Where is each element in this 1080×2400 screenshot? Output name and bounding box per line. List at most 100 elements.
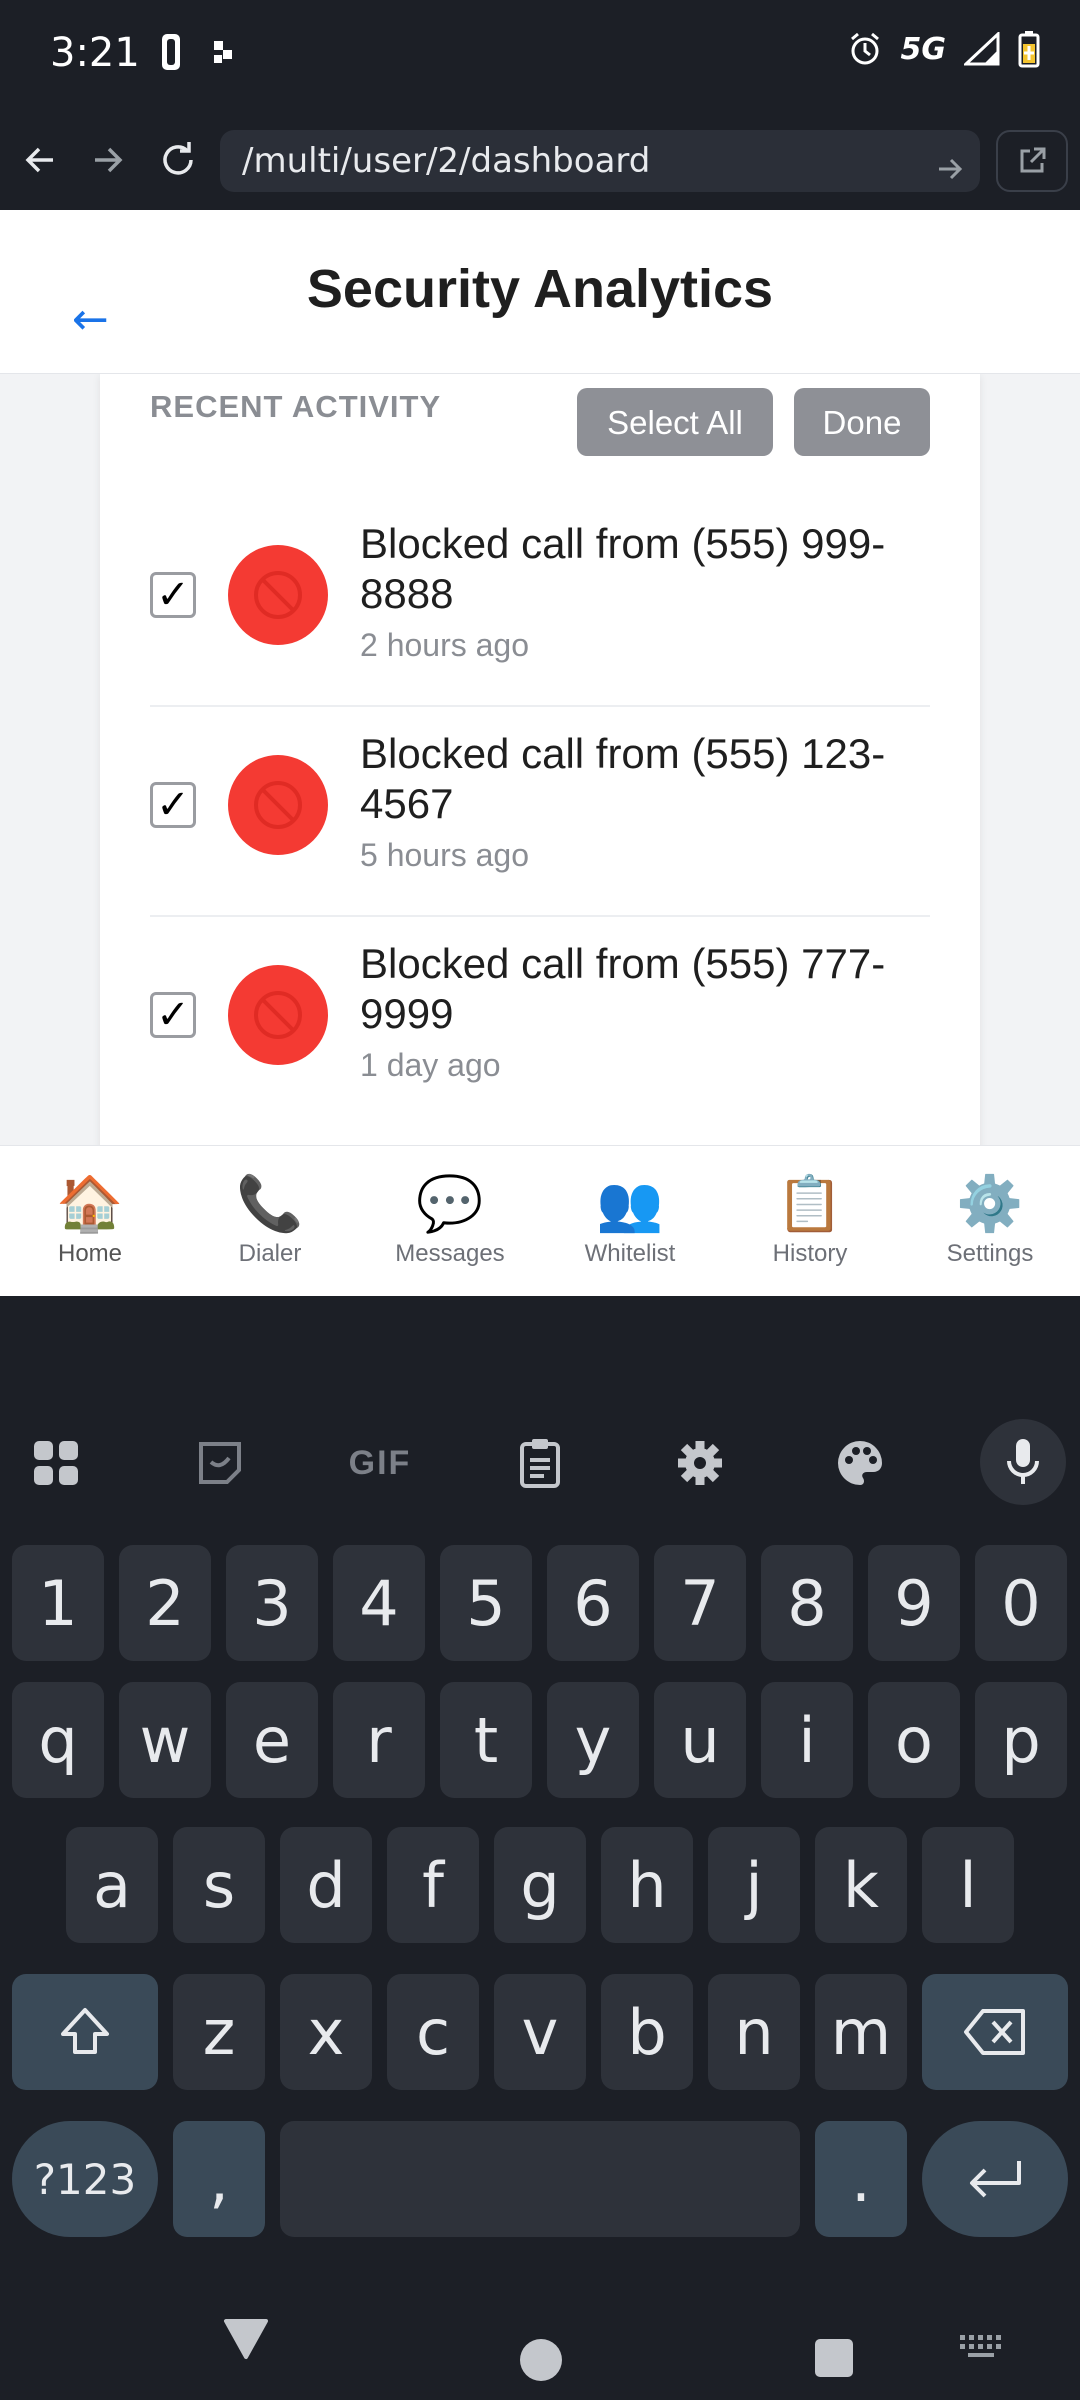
- web-page: ← Security Analytics RECENT ACTIVITY Sel…: [0, 210, 1080, 1295]
- key-2[interactable]: 2: [119, 1545, 211, 1661]
- key-i[interactable]: i: [761, 1682, 853, 1798]
- keyboard-toolbar: GIF: [0, 1395, 1080, 1525]
- clipboard-icon[interactable]: [510, 1433, 570, 1493]
- open-external-icon: [1020, 147, 1046, 173]
- activity-item[interactable]: ✓ Blocked call from (555) 777-9999 1 day…: [150, 917, 930, 1127]
- nav-item-history[interactable]: 📋 History: [720, 1174, 900, 1268]
- signal-icon: [964, 32, 1000, 66]
- phone-icon: 📞: [236, 1174, 304, 1234]
- space-bar[interactable]: [280, 2121, 800, 2237]
- key-f[interactable]: f: [387, 1827, 479, 1943]
- url-field[interactable]: /multi/user/2/dashboard: [220, 130, 980, 192]
- browser-forward-button[interactable]: [80, 132, 136, 188]
- item-checkbox[interactable]: ✓: [150, 572, 196, 618]
- key-o[interactable]: o: [868, 1682, 960, 1798]
- key-7[interactable]: 7: [654, 1545, 746, 1661]
- key-4[interactable]: 4: [333, 1545, 425, 1661]
- arrow-right-icon: [95, 147, 123, 173]
- soft-keyboard: GIF 1 2 3 4 5 6 7 8 9 0 q w e r t y u i …: [0, 1295, 1080, 2295]
- nav-item-messages[interactable]: 💬 Messages: [360, 1174, 540, 1268]
- key-l[interactable]: l: [922, 1827, 1014, 1943]
- key-t[interactable]: t: [440, 1682, 532, 1798]
- nav-back-triangle-icon[interactable]: [222, 2317, 270, 2366]
- item-title: Blocked call from (555) 123-4567: [360, 730, 886, 827]
- key-d[interactable]: d: [280, 1827, 372, 1943]
- arrow-left-icon: [25, 147, 53, 173]
- browser-reload-button[interactable]: [150, 132, 206, 188]
- reload-icon: [163, 142, 193, 175]
- key-g[interactable]: g: [494, 1827, 586, 1943]
- blocked-icon: [228, 965, 328, 1065]
- nav-item-home[interactable]: 🏠 Home: [0, 1174, 180, 1268]
- keyboard-switch-icon[interactable]: [960, 2335, 1002, 2364]
- key-5[interactable]: 5: [440, 1545, 532, 1661]
- section-label: RECENT ACTIVITY: [150, 389, 442, 424]
- gif-button[interactable]: GIF: [340, 1433, 420, 1493]
- palette-icon[interactable]: [830, 1433, 890, 1493]
- key-c[interactable]: c: [387, 1974, 479, 2090]
- apps-grid-icon[interactable]: [26, 1433, 86, 1493]
- key-1[interactable]: 1: [12, 1545, 104, 1661]
- key-r[interactable]: r: [333, 1682, 425, 1798]
- key-k[interactable]: k: [815, 1827, 907, 1943]
- key-w[interactable]: w: [119, 1682, 211, 1798]
- item-time: 5 hours ago: [360, 837, 530, 873]
- nav-item-dialer[interactable]: 📞 Dialer: [180, 1174, 360, 1268]
- activity-item[interactable]: ✓ Blocked call from (555) 999-8888 2 hou…: [150, 497, 930, 707]
- key-a[interactable]: a: [66, 1827, 158, 1943]
- item-checkbox[interactable]: ✓: [150, 782, 196, 828]
- key-q[interactable]: q: [12, 1682, 104, 1798]
- activity-item[interactable]: ✓ Blocked call from (555) 123-4567 5 hou…: [150, 707, 930, 917]
- comma-key[interactable]: ,: [173, 2121, 265, 2237]
- period-key[interactable]: .: [815, 2121, 907, 2237]
- open-external-button[interactable]: [996, 130, 1068, 192]
- key-h[interactable]: h: [601, 1827, 693, 1943]
- key-u[interactable]: u: [654, 1682, 746, 1798]
- key-n[interactable]: n: [708, 1974, 800, 2090]
- nav-item-whitelist[interactable]: 👥 Whitelist: [540, 1174, 720, 1268]
- shift-key[interactable]: [12, 1974, 158, 2090]
- key-x[interactable]: x: [280, 1974, 372, 2090]
- home-icon: 🏠: [56, 1174, 124, 1234]
- nav-label: Home: [57, 1240, 123, 1267]
- nav-recents-square-icon[interactable]: [815, 2339, 853, 2377]
- settings-gear-icon[interactable]: [670, 1433, 730, 1493]
- blocked-icon: [228, 755, 328, 855]
- clipboard-icon: 📋: [776, 1174, 844, 1234]
- alarm-icon: [850, 32, 879, 65]
- key-9[interactable]: 9: [868, 1545, 960, 1661]
- key-b[interactable]: b: [601, 1974, 693, 2090]
- nav-item-settings[interactable]: ⚙️ Settings: [900, 1174, 1080, 1268]
- backspace-key[interactable]: [922, 1974, 1068, 2090]
- done-button[interactable]: Done: [794, 388, 930, 456]
- page-title: Security Analytics: [306, 259, 774, 319]
- key-v[interactable]: v: [494, 1974, 586, 2090]
- key-s[interactable]: s: [173, 1827, 265, 1943]
- key-m[interactable]: m: [815, 1974, 907, 2090]
- key-p[interactable]: p: [975, 1682, 1067, 1798]
- url-text: /multi/user/2/dashboard: [242, 141, 651, 181]
- status-bar: 3:21 5G: [0, 0, 1080, 110]
- nav-home-circle-icon[interactable]: [520, 2339, 562, 2381]
- enter-key[interactable]: [922, 2121, 1068, 2237]
- symbols-key[interactable]: ?123: [12, 2121, 158, 2237]
- key-y[interactable]: y: [547, 1682, 639, 1798]
- go-arrow-icon[interactable]: [936, 144, 964, 206]
- nav-label: Whitelist: [584, 1240, 676, 1267]
- key-e[interactable]: e: [226, 1682, 318, 1798]
- microphone-button[interactable]: [980, 1419, 1066, 1505]
- key-0[interactable]: 0: [975, 1545, 1067, 1661]
- key-8[interactable]: 8: [761, 1545, 853, 1661]
- app-header: ← Security Analytics: [0, 210, 1080, 374]
- nav-label: Dialer: [238, 1240, 302, 1267]
- browser-back-button[interactable]: [12, 132, 68, 188]
- browser-toolbar: /multi/user/2/dashboard: [0, 110, 1080, 210]
- sticker-icon[interactable]: [190, 1433, 250, 1493]
- key-j[interactable]: j: [708, 1827, 800, 1943]
- key-6[interactable]: 6: [547, 1545, 639, 1661]
- key-z[interactable]: z: [173, 1974, 265, 2090]
- key-3[interactable]: 3: [226, 1545, 318, 1661]
- select-all-button[interactable]: Select All: [577, 388, 773, 456]
- gear-icon: ⚙️: [956, 1174, 1024, 1234]
- item-checkbox[interactable]: ✓: [150, 992, 196, 1038]
